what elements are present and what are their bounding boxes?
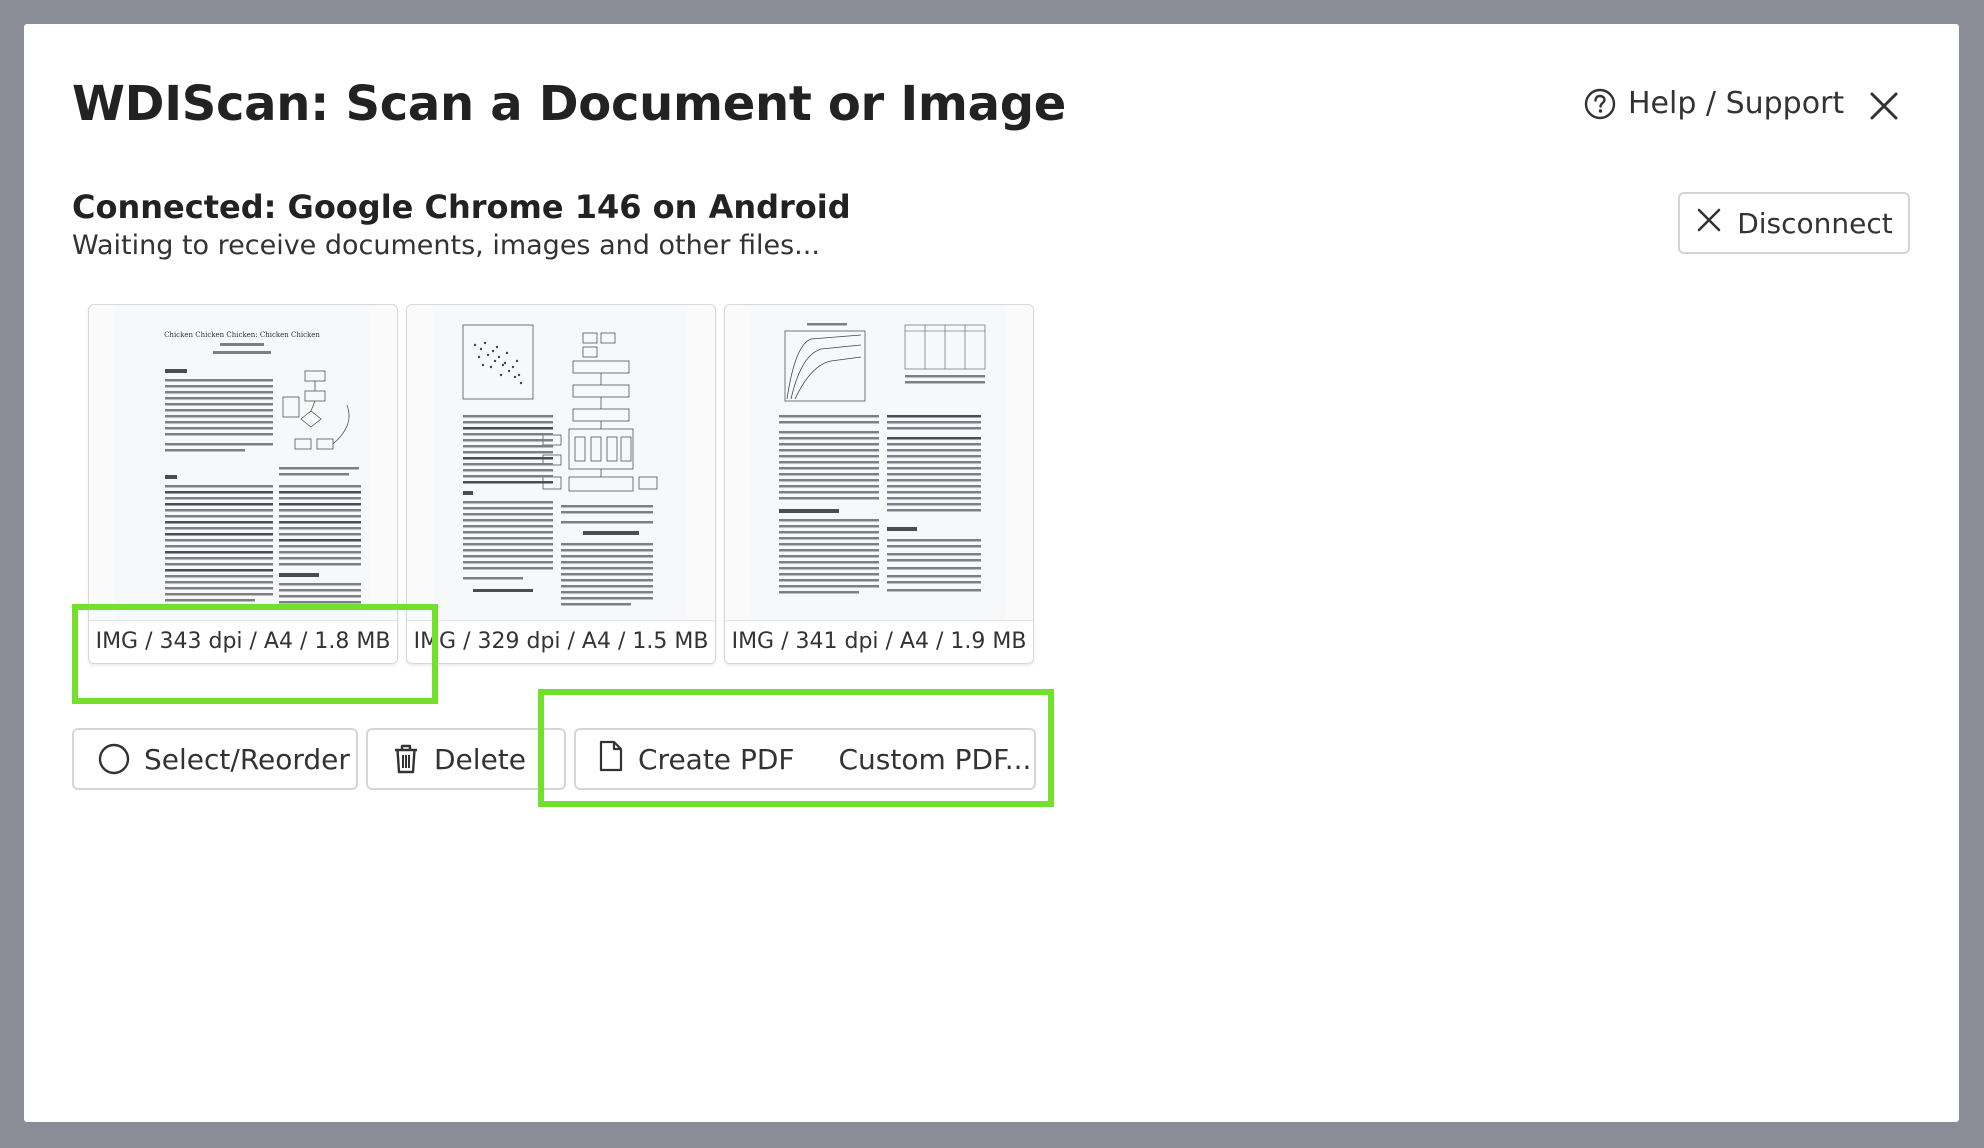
delete-label: Delete: [434, 742, 526, 776]
delete-button[interactable]: Delete: [366, 728, 566, 790]
thumbnail-caption: IMG / 341 dpi / A4 / 1.9 MB: [725, 620, 1033, 663]
close-button[interactable]: [1862, 84, 1906, 128]
custom-pdf-button[interactable]: Custom PDF...: [817, 730, 1054, 788]
thumbnail-caption: IMG / 329 dpi / A4 / 1.5 MB: [407, 620, 715, 663]
help-support-label: Help / Support: [1628, 86, 1845, 121]
connection-status: Connected: Google Chrome 146 on Android: [72, 188, 851, 226]
disconnect-label: Disconnect: [1737, 206, 1893, 240]
select-reorder-button[interactable]: Select/Reorder: [72, 728, 358, 790]
waiting-message: Waiting to receive documents, images and…: [72, 230, 820, 261]
document-thumbnail[interactable]: IMG / 341 dpi / A4 / 1.9 MB: [724, 304, 1034, 664]
scan-dialog: WDIScan: Scan a Document or Image Help /…: [24, 24, 1959, 1122]
select-reorder-label: Select/Reorder: [144, 742, 350, 776]
document-thumbnail[interactable]: Chicken Chicken Chicken: Chicken Chicken: [88, 304, 398, 664]
doc-title: Chicken Chicken Chicken: Chicken Chicken: [164, 331, 320, 339]
file-icon: [598, 740, 624, 779]
page-preview: [433, 305, 687, 623]
circle-icon: [98, 743, 130, 775]
help-support-link[interactable]: Help / Support: [1584, 86, 1844, 121]
thumbnail-caption: IMG / 343 dpi / A4 / 1.8 MB: [89, 620, 397, 663]
close-icon: [1695, 206, 1723, 241]
trash-icon: [392, 743, 420, 775]
dialog-title: WDIScan: Scan a Document or Image: [72, 76, 1067, 132]
custom-pdf-label: Custom PDF...: [838, 742, 1032, 776]
create-pdf-button[interactable]: Create PDF: [576, 730, 817, 788]
page-preview: [751, 305, 1005, 623]
create-pdf-label: Create PDF: [638, 742, 795, 776]
disconnect-button[interactable]: Disconnect: [1678, 192, 1910, 254]
document-thumbnail[interactable]: IMG / 329 dpi / A4 / 1.5 MB: [406, 304, 716, 664]
question-circle-icon: [1584, 88, 1616, 120]
close-icon: [1862, 84, 1906, 128]
pdf-button-group: Create PDF Custom PDF...: [574, 728, 1036, 790]
page-preview: Chicken Chicken Chicken: Chicken Chicken: [115, 305, 369, 623]
